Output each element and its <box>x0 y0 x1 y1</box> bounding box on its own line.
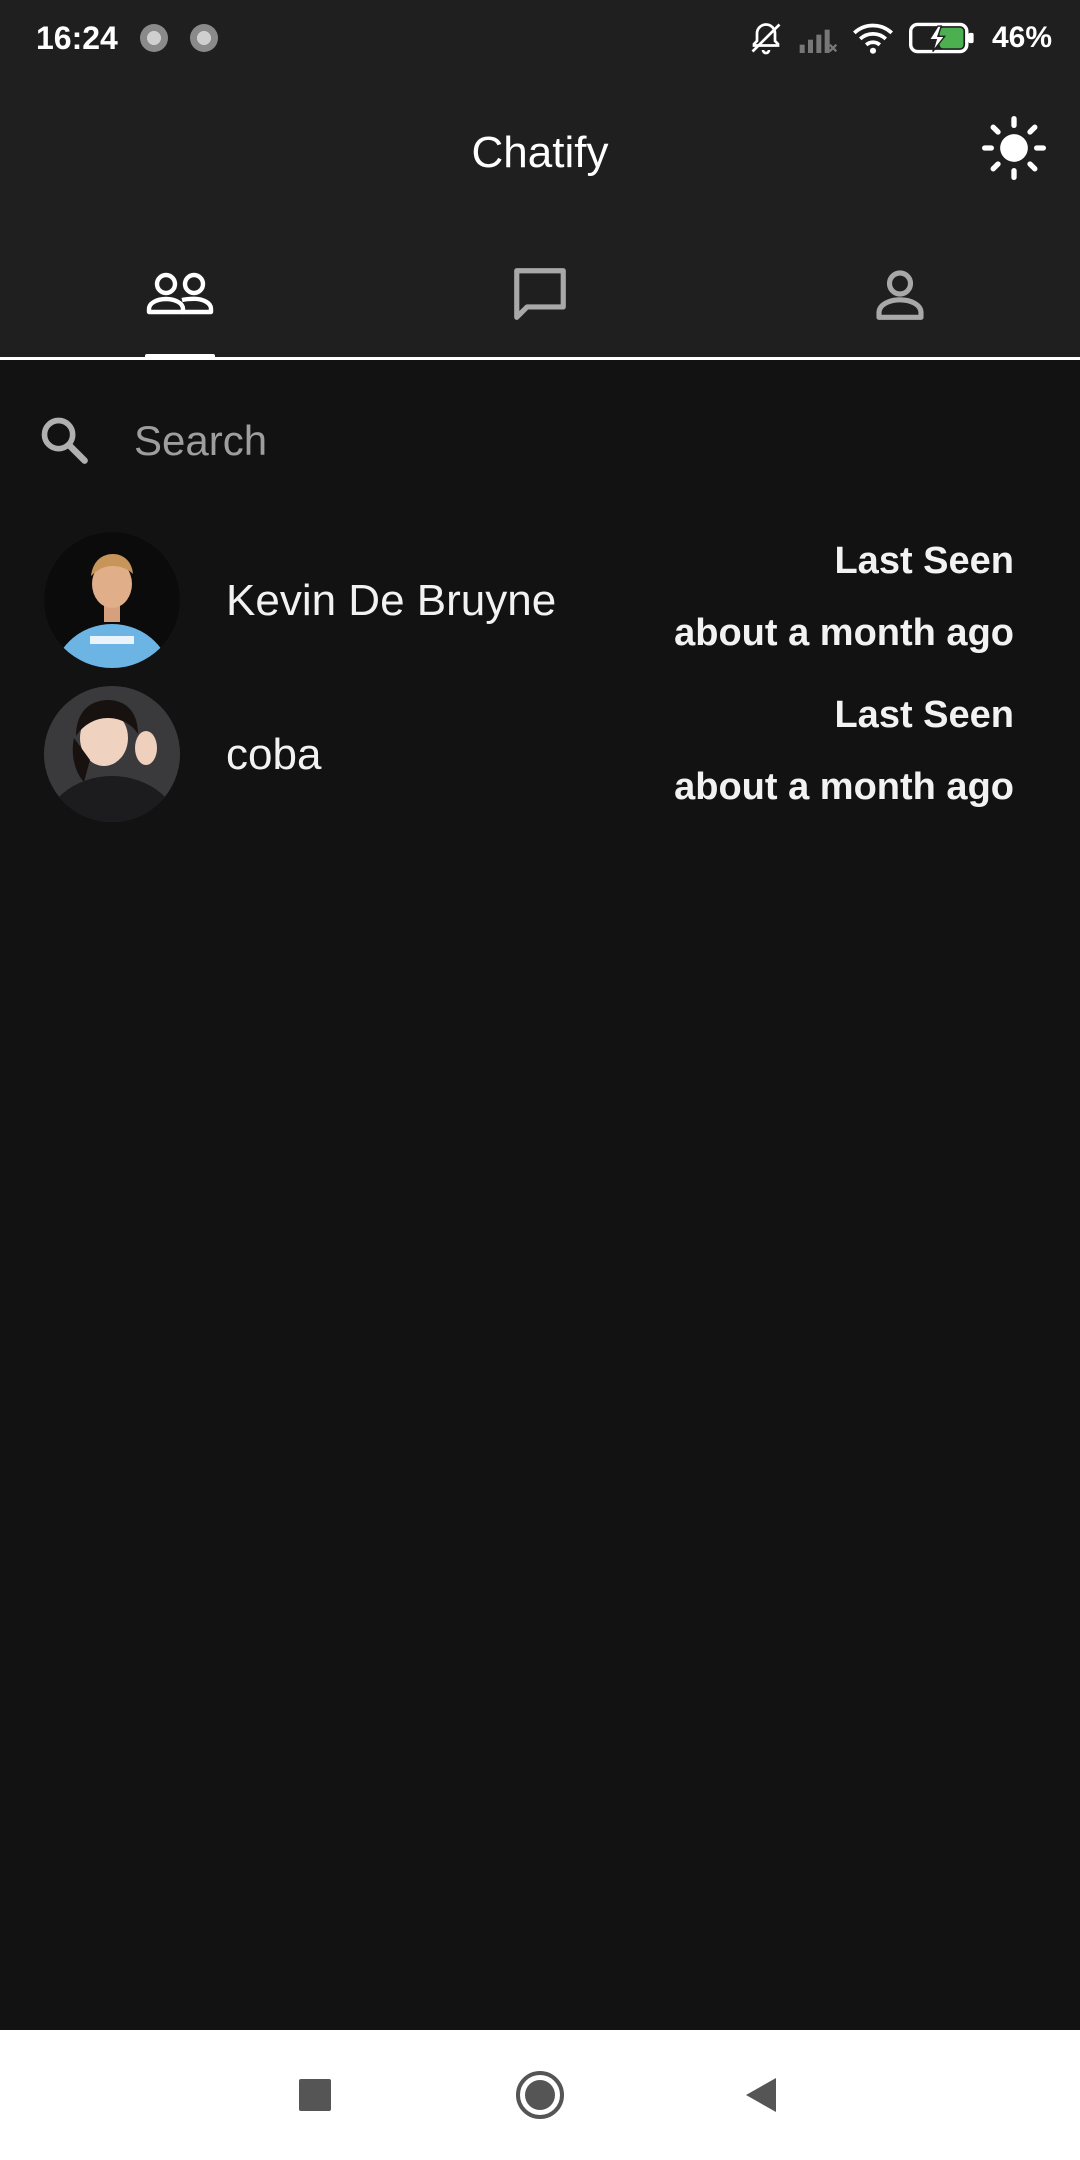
status-bar: 16:24 46% <box>0 0 1080 76</box>
home-button[interactable] <box>510 2065 570 2125</box>
theme-toggle-button[interactable] <box>982 116 1046 180</box>
battery-percent: 46% <box>991 21 1052 54</box>
sun-icon <box>982 116 1046 180</box>
last-seen-time: about a month ago <box>674 766 1014 808</box>
tab-indicator <box>145 354 215 359</box>
last-seen-time: about a month ago <box>674 612 1014 654</box>
signal-icon <box>799 29 838 53</box>
status-time: 16:24 <box>36 19 118 56</box>
app-bar: Chatify <box>0 76 1080 230</box>
recents-button[interactable] <box>285 2065 345 2125</box>
app-title: Chatify <box>471 128 609 177</box>
search-input[interactable] <box>132 410 1036 472</box>
back-button[interactable] <box>730 2065 790 2125</box>
contact-item[interactable]: Kevin De Bruyne Last Seen about a month … <box>0 532 1080 682</box>
tab-chats[interactable] <box>360 230 720 357</box>
circle-icon <box>516 2071 564 2119</box>
contact-item[interactable]: coba Last Seen about a month ago <box>0 686 1080 836</box>
status-right: 46% <box>748 20 1052 56</box>
bell-off-icon <box>751 23 781 55</box>
battery-charging-icon <box>908 22 974 54</box>
status-left: 16:24 <box>36 20 218 57</box>
tab-profile[interactable] <box>720 230 1080 357</box>
profile-icon <box>876 269 924 320</box>
square-icon <box>299 2079 331 2111</box>
contact-name: Kevin De Bruyne <box>226 576 557 625</box>
search-icon <box>41 417 88 464</box>
contact-name: coba <box>226 730 322 779</box>
search-bar <box>0 360 1080 520</box>
friends-icon <box>146 272 214 314</box>
wifi-icon <box>852 23 893 54</box>
chat-icon <box>514 267 566 320</box>
avatar <box>44 686 180 822</box>
back-triangle-icon <box>746 2078 776 2112</box>
notification-icon <box>189 24 218 52</box>
tab-friends[interactable] <box>0 230 360 359</box>
avatar <box>44 532 180 668</box>
last-seen-label: Last Seen <box>834 694 1014 736</box>
tab-bar <box>0 230 1080 360</box>
system-nav-bar <box>0 2030 1080 2160</box>
last-seen-label: Last Seen <box>834 540 1014 582</box>
notification-icon <box>139 24 168 52</box>
